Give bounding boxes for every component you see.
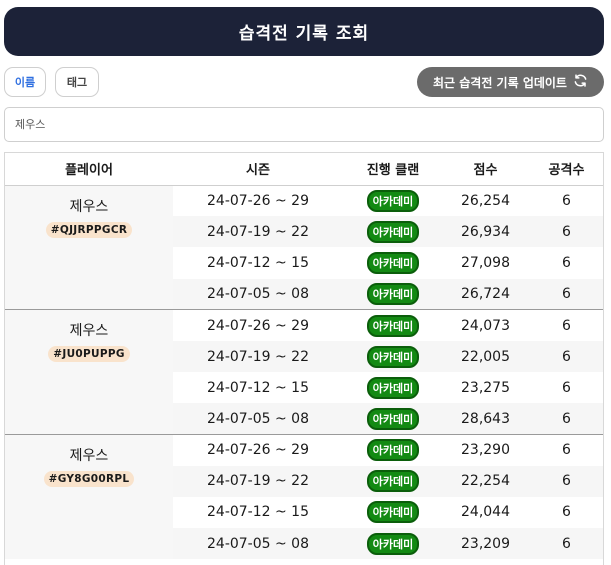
table-row: 제우스 #QJJRPPGCR 24-07-26 ~ 29 아카데미 26,254 6 [5,185,603,310]
tab-name[interactable]: 이름 [4,67,46,97]
attacks-cell: 6 [528,309,603,341]
attacks-cell: 6 [562,379,571,396]
table-header-row: 플레이어 시즌 진행 클랜 점수 공격수 [5,153,603,186]
player-name: 제우스 [69,198,109,215]
score-cell: 23,209 [443,528,528,560]
table-body: 제우스 #QJJRPPGCR 24-07-26 ~ 29 아카데미 26,254 6 24-… [5,185,603,560]
clan-cell: 아카데미 [343,278,443,310]
clan-cell: 아카데미 [343,340,443,373]
score-cell: 24,044 [461,504,510,521]
score-cell: 26,934 [443,216,528,248]
clan-badge: 아카데미 [366,189,420,212]
season-cell: 24-07-19 ~ 22 [173,216,343,248]
player-cell: 제우스 #JU0PUPPG [5,309,173,435]
season-cell: 24-07-26 ~ 29 [173,309,343,341]
clan-badge: 아카데미 [366,282,420,305]
season-cell: 24-07-12 ~ 15 [207,379,309,396]
attacks-cell: 6 [562,504,571,521]
page-title: 습격전 기록 조회 [4,7,604,56]
score-cell: 22,005 [443,340,528,373]
clan-cell: 아카데미 [343,216,443,248]
clan-badge: 아카데미 [366,220,420,243]
update-button-label: 최근 습격전 기록 업데이트 [433,75,567,90]
clan-badge: 아카데미 [366,501,420,524]
attacks-cell: 6 [562,192,571,209]
clan-cell: 아카데미 [343,372,443,403]
player-tag-badge: #JU0PUPPG [48,346,130,363]
player-cell: 제우스 #GY8G00RPL [5,434,173,560]
header-player: 플레이어 [5,153,173,186]
clan-cell: 아카데미 [343,528,443,560]
attacks-cell: 6 [528,216,603,248]
raid-records-table: 플레이어 시즌 진행 클랜 점수 공격수 제우스 #QJJRPPGCR 24-07-… [4,152,604,565]
clan-badge: 아카데미 [366,470,420,493]
clan-cell: 아카데미 [343,309,443,341]
clan-badge: 아카데미 [366,376,420,399]
season-cell: 24-07-26 ~ 29 [207,192,309,209]
attacks-cell: 6 [528,465,603,497]
season-cell: 24-07-05 ~ 08 [173,278,343,310]
score-cell: 26,724 [443,278,528,310]
player-tag-badge: #QJJRPPGCR [45,221,133,238]
clan-cell: 아카데미 [343,433,443,466]
season-cell: 24-07-05 ~ 08 [173,528,343,560]
season-cell: 24-07-26 ~ 29 [173,433,343,466]
header-clan: 진행 클랜 [343,153,443,186]
clan-cell: 아카데미 [343,403,443,435]
score-cell: 23,275 [461,379,510,396]
clan-cell: 아카데미 [343,497,443,528]
clan-badge: 아카데미 [366,439,420,462]
clan-cell: 아카데미 [343,247,443,278]
attacks-cell: 6 [528,403,603,435]
player-name: 제우스 [69,448,109,464]
clan-cell: 아카데미 [343,465,443,497]
header-season: 시즌 [173,153,343,186]
season-cell: 24-07-12 ~ 15 [207,504,309,521]
clan-badge: 아카데미 [366,532,420,555]
score-cell: 23,290 [443,433,528,466]
attacks-cell: 6 [562,254,571,271]
score-cell: 27,098 [461,254,510,271]
score-cell: 22,254 [443,465,528,497]
season-cell: 24-07-05 ~ 08 [173,403,343,435]
clan-badge: 아카데미 [366,314,420,337]
attacks-cell: 6 [528,340,603,373]
score-cell: 28,643 [443,403,528,435]
score-cell: 26,254 [461,192,510,209]
table-row: 제우스 #JU0PUPPG 24-07-26 ~ 29 아카데미 24,073 6 [5,309,603,435]
attacks-cell: 6 [528,528,603,560]
header-attacks: 공격수 [528,153,603,186]
player-cell: 제우스 #QJJRPPGCR [5,185,173,310]
search-input[interactable] [4,107,604,142]
player-name: 제우스 [69,323,109,340]
player-tag-badge: #GY8G00RPL [43,471,135,487]
header-score: 점수 [443,153,528,186]
clan-badge: 아카데미 [366,345,420,368]
season-cell: 24-07-19 ~ 22 [173,340,343,373]
table-row: 제우스 #GY8G00RPL 24-07-26 ~ 29 아카데미 23,290 6 [5,433,603,560]
attacks-cell: 6 [528,433,603,466]
attacks-cell: 6 [528,278,603,310]
clan-badge: 아카데미 [366,407,420,430]
score-cell: 24,073 [443,309,528,341]
season-cell: 24-07-19 ~ 22 [173,465,343,497]
season-cell: 24-07-12 ~ 15 [207,254,309,271]
clan-badge: 아카데미 [366,251,420,274]
clan-cell: 아카데미 [343,185,443,216]
update-records-button[interactable]: 최근 습격전 기록 업데이트 [417,67,604,97]
tab-tag[interactable]: 태그 [55,67,99,97]
refresh-icon [573,73,588,91]
